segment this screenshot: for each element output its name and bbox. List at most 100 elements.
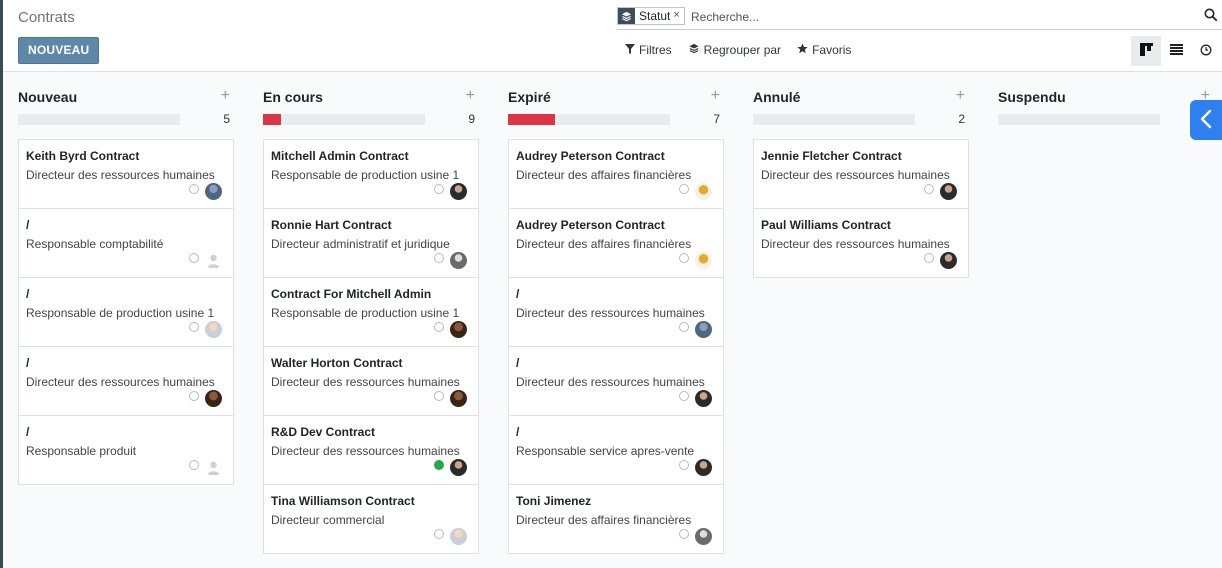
add-card-icon[interactable]: + xyxy=(711,87,720,105)
employee-avatar[interactable] xyxy=(205,390,222,407)
employee-avatar[interactable] xyxy=(695,252,712,269)
kanban-board: Nouveau +5 Keith Byrd Contract Directeur de… xyxy=(3,73,1222,568)
side-panel-toggle[interactable] xyxy=(1190,100,1222,140)
column-title: Nouveau xyxy=(18,89,78,105)
kanban-card[interactable]: / Directeur des ressources humaines xyxy=(508,346,724,416)
favorites-button[interactable]: Favoris xyxy=(797,43,851,57)
kanban-card[interactable]: Audrey Peterson Contract Directeur des af… xyxy=(508,139,724,209)
search-icon[interactable] xyxy=(1204,8,1220,24)
status-indicator-icon[interactable] xyxy=(434,529,444,539)
employee-avatar[interactable] xyxy=(450,252,467,269)
search-input[interactable] xyxy=(691,7,1191,26)
card-title: / xyxy=(26,218,30,232)
card-title: Paul Williams Contract xyxy=(761,218,891,232)
add-card-icon[interactable]: + xyxy=(466,87,475,105)
column-header[interactable]: Nouveau +5 xyxy=(3,73,230,133)
avatar-placeholder-icon[interactable] xyxy=(205,252,222,269)
add-card-icon[interactable]: + xyxy=(221,87,230,105)
kanban-card[interactable]: Paul Williams Contract Directeur des ress… xyxy=(753,208,969,278)
kanban-card[interactable]: Audrey Peterson Contract Directeur des af… xyxy=(508,208,724,278)
kanban-card[interactable]: Jennie Fletcher Contract Directeur des re… xyxy=(753,139,969,209)
kanban-card[interactable]: Keith Byrd Contract Directeur des ressour… xyxy=(18,139,234,209)
kanban-card[interactable]: Ronnie Hart Contract Directeur administra… xyxy=(263,208,479,278)
activity-view-button[interactable] xyxy=(1191,36,1221,66)
employee-avatar[interactable] xyxy=(695,183,712,200)
status-indicator-icon[interactable] xyxy=(679,322,689,332)
column-header[interactable]: En cours +9 xyxy=(248,73,475,133)
status-indicator-icon[interactable] xyxy=(679,529,689,539)
add-card-icon[interactable]: + xyxy=(956,87,965,105)
employee-avatar[interactable] xyxy=(450,528,467,545)
filters-label: Filtres xyxy=(639,43,672,57)
kanban-card[interactable]: Toni Jimenez Directeur des affaires finan… xyxy=(508,484,724,554)
kanban-card[interactable]: Tina Williamson Contract Directeur commer… xyxy=(263,484,479,554)
employee-avatar[interactable] xyxy=(695,459,712,476)
list-view-button[interactable] xyxy=(1161,36,1191,66)
column-header[interactable]: Suspendu + xyxy=(983,73,1210,133)
status-indicator-icon[interactable] xyxy=(189,184,199,194)
column-progress-bar[interactable] xyxy=(263,114,425,125)
status-indicator-icon[interactable] xyxy=(434,322,444,332)
employee-avatar[interactable] xyxy=(450,183,467,200)
kanban-card[interactable]: / Responsable comptabilité xyxy=(18,208,234,278)
status-indicator-icon[interactable] xyxy=(434,460,444,470)
status-indicator-icon[interactable] xyxy=(679,184,689,194)
new-button[interactable]: NOUVEAU xyxy=(18,37,100,64)
filter-icon xyxy=(625,43,635,57)
employee-avatar[interactable] xyxy=(450,321,467,338)
status-indicator-icon[interactable] xyxy=(189,460,199,470)
column-header[interactable]: Annulé +2 xyxy=(738,73,965,133)
employee-avatar[interactable] xyxy=(205,321,222,338)
kanban-card[interactable]: / Responsable service apres-vente xyxy=(508,415,724,485)
kanban-column: Nouveau +5 Keith Byrd Contract Directeur de… xyxy=(3,73,234,485)
employee-avatar[interactable] xyxy=(940,252,957,269)
employee-avatar[interactable] xyxy=(450,459,467,476)
employee-avatar[interactable] xyxy=(695,321,712,338)
column-progress-bar[interactable] xyxy=(18,114,180,125)
employee-avatar[interactable] xyxy=(205,183,222,200)
kanban-card[interactable]: / Responsable de production usine 1 xyxy=(18,277,234,347)
employee-avatar[interactable] xyxy=(450,390,467,407)
status-indicator-icon[interactable] xyxy=(679,391,689,401)
status-indicator-icon[interactable] xyxy=(924,253,934,263)
kanban-card[interactable]: Mitchell Admin Contract Responsable de pr… xyxy=(263,139,479,209)
card-title: Contract For Mitchell Admin xyxy=(271,287,432,301)
filters-button[interactable]: Filtres xyxy=(625,43,672,57)
kanban-card[interactable]: R&D Dev Contract Directeur des ressources… xyxy=(263,415,479,485)
status-indicator-icon[interactable] xyxy=(189,253,199,263)
kanban-card[interactable]: / Directeur des ressources humaines xyxy=(18,346,234,416)
card-list: Audrey Peterson Contract Directeur des af… xyxy=(508,139,724,554)
kanban-card[interactable]: Walter Horton Contract Directeur des ress… xyxy=(263,346,479,416)
kanban-card[interactable]: / Directeur des ressources humaines xyxy=(508,277,724,347)
column-progress-bar[interactable] xyxy=(753,114,915,125)
card-job-title: Directeur des ressources humaines xyxy=(271,444,460,458)
status-indicator-icon[interactable] xyxy=(434,391,444,401)
status-indicator-icon[interactable] xyxy=(189,391,199,401)
group-by-label: Regrouper par xyxy=(703,43,782,57)
breadcrumb[interactable]: Contrats xyxy=(18,9,75,26)
control-panel: Contrats NOUVEAU Statut × Filtres Regrou… xyxy=(3,0,1222,72)
card-title: Jennie Fletcher Contract xyxy=(761,149,902,163)
group-by-button[interactable]: Regrouper par xyxy=(688,43,781,57)
status-indicator-icon[interactable] xyxy=(434,253,444,263)
column-progress-bar[interactable] xyxy=(508,114,670,125)
status-indicator-icon[interactable] xyxy=(189,322,199,332)
status-indicator-icon[interactable] xyxy=(924,184,934,194)
card-title: / xyxy=(516,425,520,439)
status-indicator-icon[interactable] xyxy=(679,253,689,263)
card-title: Tina Williamson Contract xyxy=(271,494,415,508)
column-count: 5 xyxy=(223,112,230,126)
avatar-placeholder-icon[interactable] xyxy=(205,459,222,476)
employee-avatar[interactable] xyxy=(940,183,957,200)
status-indicator-icon[interactable] xyxy=(434,184,444,194)
employee-avatar[interactable] xyxy=(695,528,712,545)
kanban-view-button[interactable] xyxy=(1131,36,1161,66)
status-indicator-icon[interactable] xyxy=(679,460,689,470)
employee-avatar[interactable] xyxy=(695,390,712,407)
list-icon xyxy=(1169,44,1183,58)
column-progress-bar[interactable] xyxy=(998,114,1160,125)
facet-remove-icon[interactable]: × xyxy=(673,8,683,24)
kanban-card[interactable]: / Responsable produit xyxy=(18,415,234,485)
column-header[interactable]: Expiré +7 xyxy=(493,73,720,133)
kanban-card[interactable]: Contract For Mitchell Admin Responsable d… xyxy=(263,277,479,347)
